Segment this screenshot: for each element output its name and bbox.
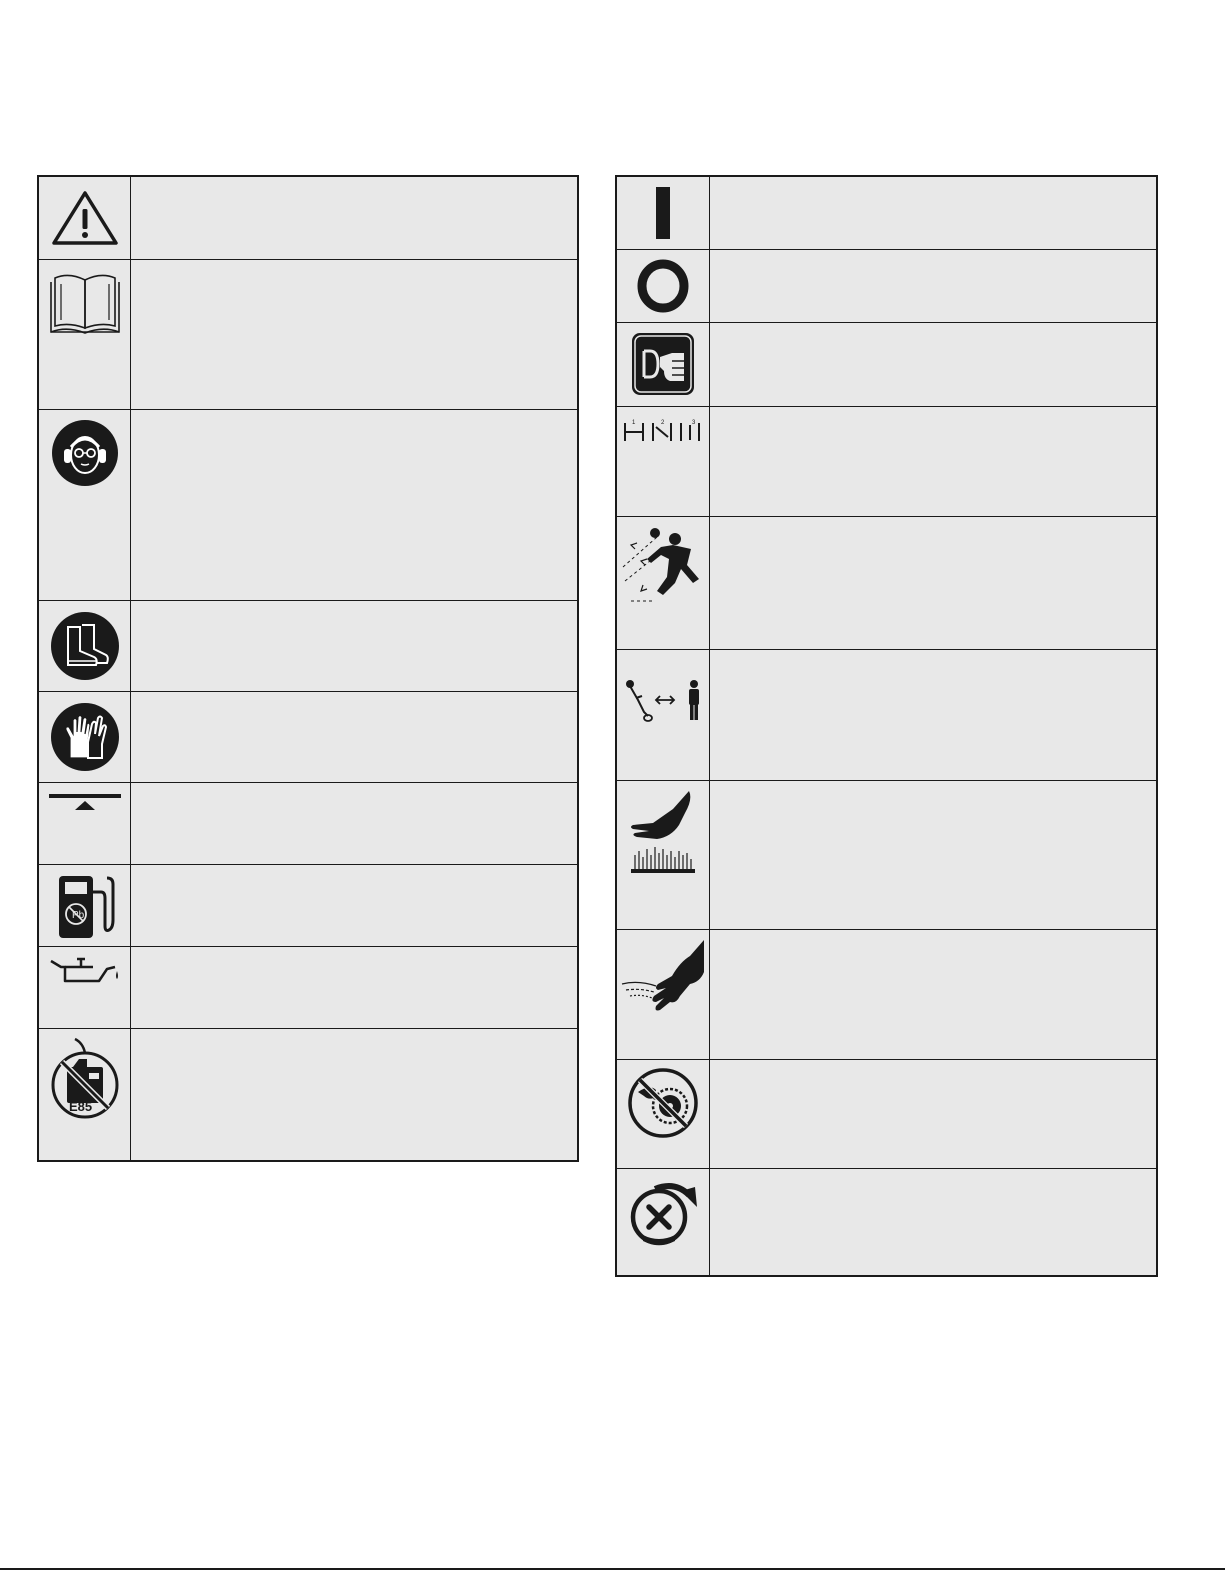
primer-bulb-press-icon (632, 333, 694, 395)
symbol-description (709, 515, 1158, 650)
choke-primer-icon (48, 793, 121, 810)
symbol-row (615, 321, 1158, 407)
warning-triangle-icon (51, 191, 118, 245)
symbol-row (615, 1058, 1158, 1169)
icon-cell (37, 258, 131, 410)
svg-text:Pb: Pb (72, 910, 85, 921)
icon-cell (615, 779, 710, 930)
unleaded-fuel-icon: Pb (58, 876, 114, 938)
symbol-row (615, 248, 1158, 323)
off-switch-icon (637, 259, 689, 312)
oil-can-icon (49, 957, 118, 982)
symbol-description (130, 945, 579, 1029)
symbol-description (709, 248, 1158, 323)
protective-gloves-icon (50, 702, 119, 771)
symbol-description (709, 405, 1158, 517)
svg-text:2: 2 (661, 420, 665, 426)
icon-cell (37, 781, 131, 865)
on-switch-icon (656, 186, 670, 239)
footer-rule (0, 1568, 1225, 1570)
symbol-description (130, 258, 579, 410)
symbol-description (130, 408, 579, 601)
symbol-description (709, 779, 1158, 930)
icon-cell (615, 648, 710, 781)
symbol-row (615, 1167, 1158, 1277)
symbol-row (615, 779, 1158, 930)
symbol-row (615, 648, 1158, 781)
thrown-objects-icon (622, 527, 699, 601)
symbol-row (37, 599, 579, 692)
symbol-description (130, 863, 579, 947)
keep-bystanders-away-icon (626, 679, 699, 722)
symbol-description (709, 1167, 1158, 1277)
hot-surface-icon (631, 790, 695, 873)
symbol-description (130, 781, 579, 865)
symbol-row: E85 (37, 1027, 579, 1162)
icon-cell (37, 408, 131, 601)
symbol-description (130, 690, 579, 783)
symbol-row (37, 690, 579, 783)
symbol-description (130, 1027, 579, 1162)
symbol-row (37, 945, 579, 1029)
symbol-description (130, 599, 579, 692)
icon-cell (37, 690, 131, 783)
svg-text:3: 3 (692, 420, 696, 426)
eye-ear-protection-icon (51, 419, 118, 486)
icon-cell (37, 175, 131, 260)
symbol-row (37, 175, 579, 260)
symbol-row (615, 515, 1158, 650)
icon-cell (615, 248, 710, 323)
icon-cell (37, 599, 131, 692)
icon-cell (615, 1167, 710, 1277)
symbol-row (37, 781, 579, 865)
choke-positions-icon: 1 2 3 (624, 420, 700, 441)
symbol-row (615, 928, 1158, 1060)
symbol-row: 1 2 3 (615, 405, 1158, 517)
symbol-row (615, 175, 1158, 250)
symbol-row: Pb (37, 863, 579, 947)
symbol-row (37, 258, 579, 410)
icon-cell (615, 515, 710, 650)
symbol-description (709, 175, 1158, 250)
no-e85-fuel-icon: E85 (51, 1037, 118, 1118)
operators-manual-icon (49, 274, 120, 334)
symbol-row (37, 408, 579, 601)
symbols-table-right: 1 2 3 (615, 175, 1158, 1277)
icon-cell (37, 945, 131, 1029)
icon-cell: 1 2 3 (615, 405, 710, 517)
no-blade-icon (628, 1067, 698, 1138)
symbol-description (709, 648, 1158, 781)
protective-boots-icon (50, 611, 119, 680)
svg-text:1: 1 (632, 420, 636, 426)
icon-cell (615, 321, 710, 407)
e85-label: E85 (69, 1099, 92, 1114)
symbols-table-left: Pb E85 (37, 175, 579, 1162)
icon-cell: E85 (37, 1027, 131, 1162)
icon-cell (615, 1058, 710, 1169)
do-not-pull-rotate-icon (630, 1182, 697, 1245)
icon-cell (615, 175, 710, 250)
symbol-description (709, 1058, 1158, 1169)
symbol-description (130, 175, 579, 260)
rotating-line-hand-icon (621, 939, 704, 1010)
symbol-description (709, 321, 1158, 407)
symbol-description (709, 928, 1158, 1060)
icon-cell: Pb (37, 863, 131, 947)
icon-cell (615, 928, 710, 1060)
